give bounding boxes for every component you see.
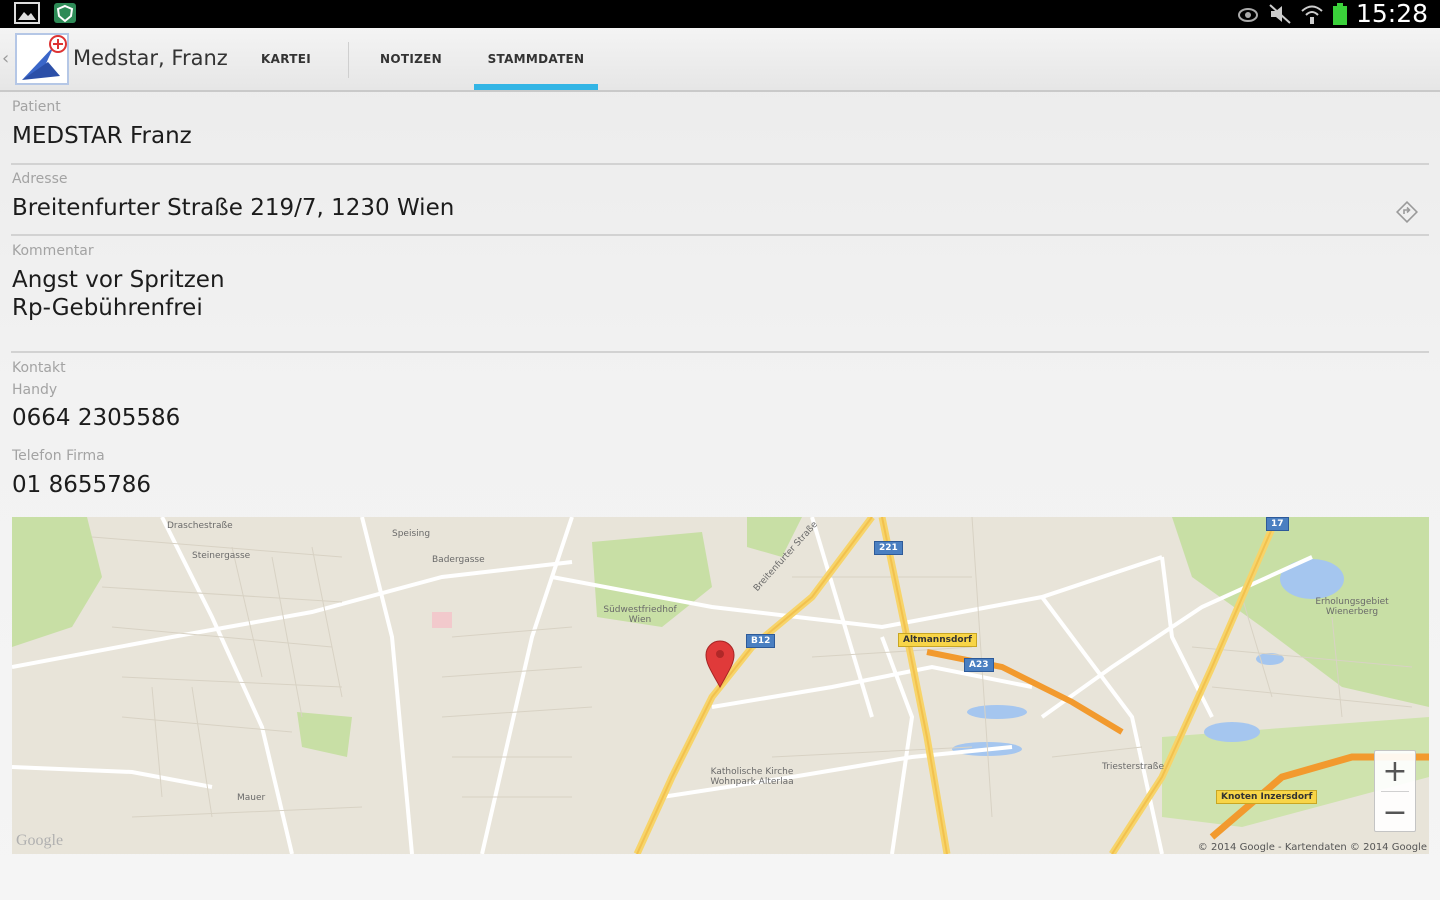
patient-value[interactable]: MEDSTAR Franz <box>12 122 192 150</box>
street-label: Steinergasse <box>192 551 251 561</box>
cemetery-label: Südwestfriedhof Wien <box>603 605 677 625</box>
divider <box>11 234 1429 236</box>
route-shield: 221 <box>874 541 903 555</box>
district-label: Speising <box>392 529 431 539</box>
tab-notizen[interactable]: NOTIZEN <box>352 28 470 90</box>
tab-label: KARTEI <box>261 52 311 66</box>
poi-label: Katholische Kirche Wohnpark Alterlaa <box>710 767 794 787</box>
mute-icon <box>1269 4 1291 24</box>
work-phone-value[interactable]: 01 8655786 <box>12 471 151 499</box>
district-label: Mauer <box>237 793 266 803</box>
comment-line-1[interactable]: Angst vor Spritzen <box>12 266 225 294</box>
comment-label: Kommentar <box>12 243 94 259</box>
gallery-icon <box>14 2 40 24</box>
route-shield: B12 <box>746 634 776 648</box>
wifi-icon <box>1301 5 1323 24</box>
comment-line-2[interactable]: Rp-Gebührenfrei <box>12 294 203 322</box>
junction-road-tag: Knoten Inzersdorf <box>1216 790 1318 804</box>
map-brand-logo: Google <box>16 832 64 849</box>
contact-label: Kontakt <box>12 360 66 376</box>
navigate-icon[interactable] <box>1396 201 1418 223</box>
tab-kartei[interactable]: KARTEI <box>228 28 344 90</box>
tab-label: STAMMDATEN <box>487 52 585 66</box>
water-area <box>967 705 1027 719</box>
tab-stammdaten[interactable]: STAMMDATEN <box>474 28 598 90</box>
clock: 15:28 <box>1355 0 1428 28</box>
zoom-in-button[interactable]: + <box>1375 751 1415 791</box>
address-value[interactable]: Breitenfurter Straße 219/7, 1230 Wien <box>12 194 454 222</box>
action-bar: ‹ Medstar, Franz KARTEI NOTIZEN STAMMDAT… <box>0 28 1440 92</box>
active-tab-indicator <box>474 84 598 90</box>
street-label: Triesterstraße <box>1102 762 1165 772</box>
district-road-tag: Altmannsdorf <box>898 633 977 647</box>
divider <box>11 163 1429 165</box>
status-bar: 15:28 <box>0 0 1440 28</box>
page-title: Medstar, Franz <box>73 46 228 70</box>
medstar-logo-icon[interactable] <box>14 32 70 86</box>
zoom-control: + − <box>1374 750 1416 832</box>
map-view[interactable]: Draschestraße Steinergasse Speising Bade… <box>12 517 1429 854</box>
battery-icon <box>1332 3 1347 25</box>
work-phone-label: Telefon Firma <box>12 448 105 464</box>
route-shield: 17 <box>1266 517 1289 531</box>
route-shield: A23 <box>964 658 994 672</box>
patient-label: Patient <box>12 99 61 115</box>
zoom-out-button[interactable]: − <box>1375 792 1415 832</box>
park-area <box>12 517 102 647</box>
address-label: Adresse <box>12 171 68 187</box>
tab-divider <box>348 42 349 78</box>
hospital-area <box>432 612 452 628</box>
mobile-value[interactable]: 0664 2305586 <box>12 404 180 432</box>
street-label: Draschestraße <box>167 521 233 531</box>
up-caret-icon[interactable]: ‹ <box>2 48 9 69</box>
mobile-label: Handy <box>12 382 58 398</box>
shield-icon <box>54 3 76 23</box>
eye-icon <box>1237 8 1258 22</box>
park-area <box>297 712 352 757</box>
street-label: Badergasse <box>432 555 485 565</box>
divider <box>11 351 1429 353</box>
water-area <box>1204 722 1260 742</box>
map-attribution: © 2014 Google - Kartendaten © 2014 Googl… <box>1197 842 1427 853</box>
poi-label: Erholungsgebiet Wienerberg <box>1315 597 1389 617</box>
tab-label: NOTIZEN <box>380 52 442 66</box>
